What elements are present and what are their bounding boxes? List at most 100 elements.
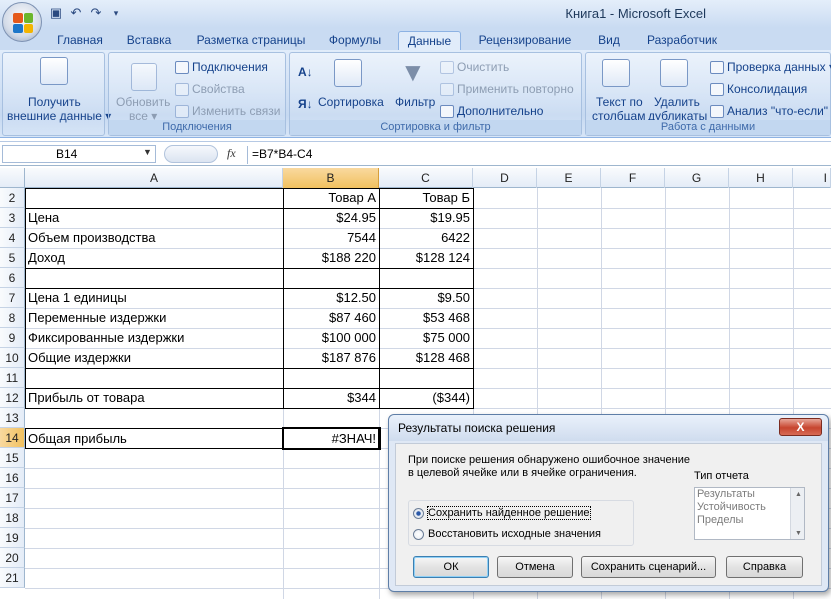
- column-header-c[interactable]: C: [379, 168, 473, 188]
- refresh-all-label-1[interactable]: Обновить: [116, 95, 170, 109]
- keep-solution-radio[interactable]: Сохранить найденное решение: [413, 506, 591, 520]
- filter-button[interactable]: Фильтр: [395, 95, 435, 109]
- sort-za-icon[interactable]: Я↓: [298, 97, 313, 111]
- text-to-columns-label-1[interactable]: Текст по: [596, 95, 643, 109]
- cell-c2[interactable]: Товар Б: [379, 188, 473, 208]
- column-header-g[interactable]: G: [665, 168, 729, 188]
- cell-a9[interactable]: Фиксированные издержки: [25, 328, 283, 348]
- row-header[interactable]: 21: [0, 568, 25, 588]
- sort-button[interactable]: Сортировка: [318, 95, 384, 109]
- row-header[interactable]: 3: [0, 208, 25, 228]
- cell-b2[interactable]: Товар А: [283, 188, 379, 208]
- advanced-button[interactable]: Дополнительно: [440, 104, 543, 119]
- sort-az-icon[interactable]: A↓: [298, 65, 313, 79]
- column-header-f[interactable]: F: [601, 168, 665, 188]
- cell-b8[interactable]: $87 460: [283, 308, 379, 328]
- select-all-corner[interactable]: [0, 168, 25, 188]
- row-header[interactable]: 10: [0, 348, 25, 368]
- cell-c12[interactable]: ($344): [379, 388, 473, 408]
- column-header-b[interactable]: B: [283, 168, 379, 188]
- name-box[interactable]: B14: [2, 145, 156, 163]
- cell-a4[interactable]: Объем производства: [25, 228, 283, 248]
- cell-c9[interactable]: $75 000: [379, 328, 473, 348]
- tab-page-layout[interactable]: Разметка страницы: [190, 31, 312, 50]
- clear-button[interactable]: Очистить: [440, 60, 509, 75]
- report-type-list[interactable]: Результаты Устойчивость Пределы ▲ ▼: [694, 487, 805, 540]
- cancel-button[interactable]: Отмена: [497, 556, 573, 578]
- tab-review[interactable]: Рецензирование: [472, 31, 578, 50]
- reapply-button[interactable]: Применить повторно: [440, 82, 574, 97]
- properties-button[interactable]: Свойства: [175, 82, 245, 97]
- tab-home[interactable]: Главная: [52, 31, 108, 50]
- dialog-title[interactable]: Результаты поиска решения: [389, 415, 828, 441]
- cell-c7[interactable]: $9.50: [379, 288, 473, 308]
- cell-b9[interactable]: $100 000: [283, 328, 379, 348]
- tab-data[interactable]: Данные: [398, 31, 461, 50]
- connections-button[interactable]: Подключения: [175, 60, 268, 75]
- tab-insert[interactable]: Вставка: [120, 31, 178, 50]
- column-header-i[interactable]: I: [793, 168, 831, 188]
- cell-a8[interactable]: Переменные издержки: [25, 308, 283, 328]
- cell-a10[interactable]: Общие издержки: [25, 348, 283, 368]
- edit-links-button[interactable]: Изменить связи: [175, 104, 280, 119]
- save-scenario-button[interactable]: Сохранить сценарий...: [581, 556, 716, 578]
- get-external-data-label-1[interactable]: Получить: [28, 95, 81, 109]
- cell-c10[interactable]: $128 468: [379, 348, 473, 368]
- row-header[interactable]: 13: [0, 408, 25, 428]
- row-header[interactable]: 15: [0, 448, 25, 468]
- list-item[interactable]: Результаты: [695, 488, 804, 501]
- column-header-e[interactable]: E: [537, 168, 601, 188]
- list-item[interactable]: Устойчивость: [695, 501, 804, 514]
- row-header[interactable]: 19: [0, 528, 25, 548]
- row-header[interactable]: 5: [0, 248, 25, 268]
- cell-c3[interactable]: $19.95: [379, 208, 473, 228]
- cell-c4[interactable]: 6422: [379, 228, 473, 248]
- row-header[interactable]: 9: [0, 328, 25, 348]
- remove-duplicates-label-1[interactable]: Удалить: [654, 95, 700, 109]
- cell-b3[interactable]: $24.95: [283, 208, 379, 228]
- help-button[interactable]: Справка: [726, 556, 803, 578]
- formula-bar-handle[interactable]: [164, 145, 218, 163]
- row-header[interactable]: 6: [0, 268, 25, 288]
- data-validation-button[interactable]: Проверка данных ▾: [710, 60, 831, 75]
- column-header-h[interactable]: H: [729, 168, 793, 188]
- tab-developer[interactable]: Разработчик: [640, 31, 724, 50]
- office-button[interactable]: [2, 2, 42, 42]
- cell-b10[interactable]: $187 876: [283, 348, 379, 368]
- tab-view[interactable]: Вид: [590, 31, 628, 50]
- row-header[interactable]: 4: [0, 228, 25, 248]
- row-header[interactable]: 18: [0, 508, 25, 528]
- row-header[interactable]: 20: [0, 548, 25, 568]
- cell-b4[interactable]: 7544: [283, 228, 379, 248]
- row-header[interactable]: 16: [0, 468, 25, 488]
- formula-input[interactable]: =B7*B4-C4: [247, 146, 831, 164]
- list-scrollbar[interactable]: ▲ ▼: [790, 488, 804, 539]
- cell-c5[interactable]: $128 124: [379, 248, 473, 268]
- list-item[interactable]: Пределы: [695, 514, 804, 527]
- close-button[interactable]: X: [779, 418, 822, 436]
- get-external-data-label-2[interactable]: внешние данные ▾: [7, 109, 111, 123]
- cell-a7[interactable]: Цена 1 единицы: [25, 288, 283, 308]
- cell-b7[interactable]: $12.50: [283, 288, 379, 308]
- cell-a3[interactable]: Цена: [25, 208, 283, 228]
- row-header[interactable]: 11: [0, 368, 25, 388]
- cell-a12[interactable]: Прибыль от товара: [25, 388, 283, 408]
- row-header[interactable]: 14: [0, 428, 25, 448]
- row-header[interactable]: 17: [0, 488, 25, 508]
- ok-button[interactable]: ОК: [413, 556, 489, 578]
- cell-c8[interactable]: $53 468: [379, 308, 473, 328]
- row-header[interactable]: 2: [0, 188, 25, 208]
- what-if-button[interactable]: Анализ "что-если" ▾: [710, 104, 831, 119]
- tab-formulas[interactable]: Формулы: [322, 31, 388, 50]
- row-header[interactable]: 7: [0, 288, 25, 308]
- consolidate-button[interactable]: Консолидация: [710, 82, 807, 97]
- row-header[interactable]: 8: [0, 308, 25, 328]
- cell-b5[interactable]: $188 220: [283, 248, 379, 268]
- cell-a5[interactable]: Доход: [25, 248, 283, 268]
- column-header-a[interactable]: A: [26, 168, 283, 188]
- column-header-d[interactable]: D: [473, 168, 537, 188]
- row-header[interactable]: 12: [0, 388, 25, 408]
- restore-values-radio[interactable]: Восстановить исходные значения: [413, 528, 601, 540]
- cell-b12[interactable]: $344: [283, 388, 379, 408]
- active-cell-selection[interactable]: [282, 427, 381, 450]
